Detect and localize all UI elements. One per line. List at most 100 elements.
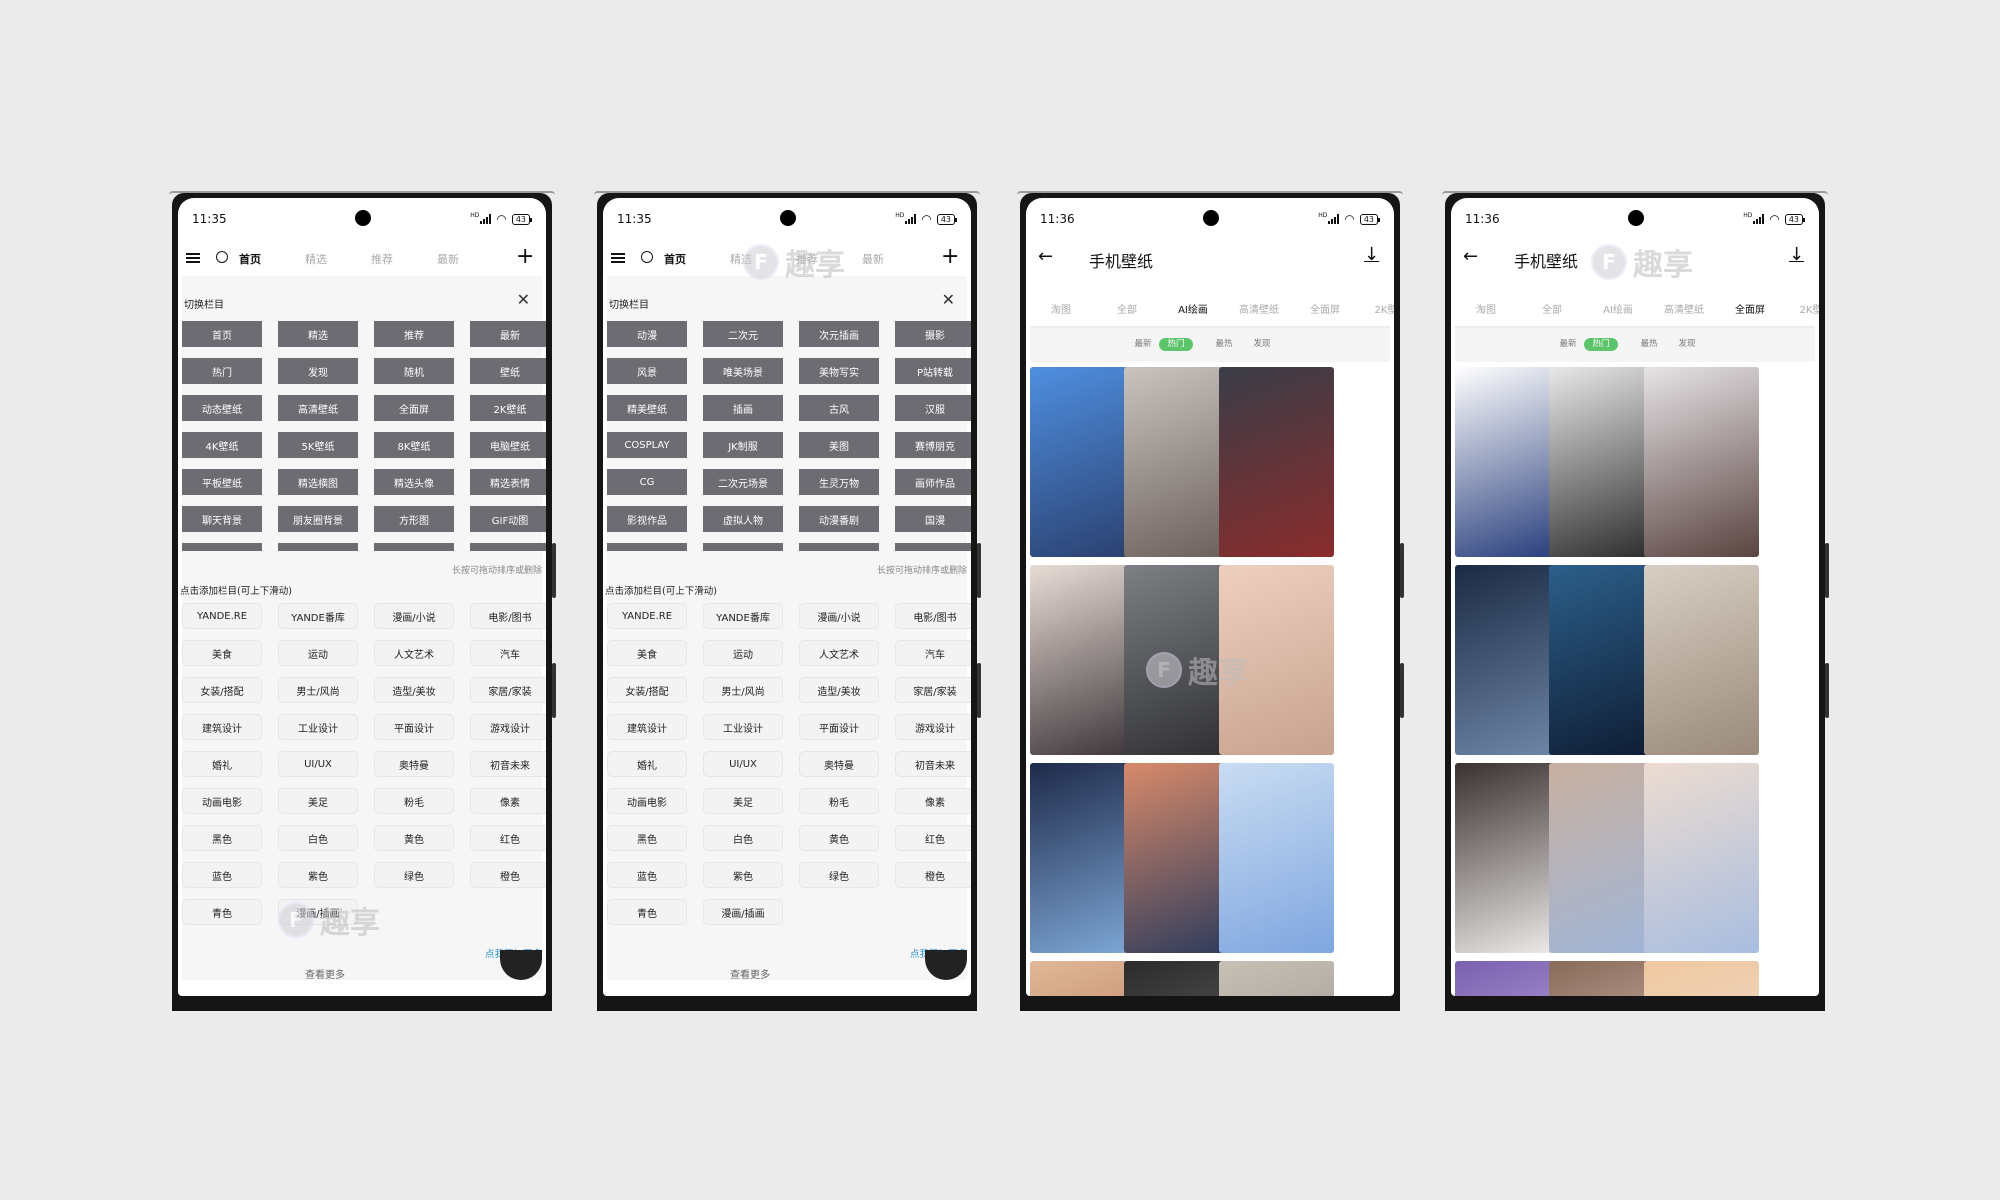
add-channel-chip[interactable]: 汽车 [895,640,971,666]
add-channel-chip[interactable]: 男士/风尚 [703,677,783,703]
add-channel-chip[interactable]: 奥特曼 [799,751,879,777]
my-channel-chip-partial[interactable] [182,543,262,551]
add-channel-chip[interactable]: 黑色 [182,825,262,851]
add-channel-chip[interactable]: 粉毛 [374,788,454,814]
add-channel-chip[interactable]: 青色 [182,899,262,925]
nav-tab[interactable]: 首页 [225,251,275,267]
my-channel-chip[interactable]: 动漫 [607,321,687,347]
my-channel-chip[interactable]: 精选 [278,321,358,347]
my-channel-chip[interactable]: 发现 [278,358,358,384]
category-tab[interactable]: AI绘画 [1588,301,1648,316]
add-channel-chip[interactable]: 平面设计 [799,714,879,740]
sort-option[interactable]: 最新 [1551,338,1585,351]
my-channel-chip[interactable]: 方形图 [374,506,454,532]
category-tab[interactable]: AI绘画 [1163,301,1223,316]
my-channel-chip[interactable]: 唯美场景 [703,358,783,384]
add-channel-chip[interactable]: 建筑设计 [607,714,687,740]
category-tab[interactable]: 淘图 [1456,301,1516,316]
add-channel-chip[interactable]: 工业设计 [703,714,783,740]
add-channel-chip[interactable]: 黄色 [799,825,879,851]
add-channel-chip[interactable]: 家居/家装 [470,677,546,703]
wallpaper-thumbnail[interactable] [1219,367,1334,557]
nav-tab[interactable]: 最新 [848,251,898,267]
my-channel-chip[interactable]: 画师作品 [895,469,971,495]
add-channel-chip[interactable]: 人文艺术 [799,640,879,666]
my-channel-chip[interactable]: 精美壁纸 [607,395,687,421]
my-channel-chip[interactable]: 生灵万物 [799,469,879,495]
wallpaper-thumbnail[interactable] [1219,565,1334,755]
add-channel-chip[interactable]: 像素 [895,788,971,814]
see-more-link[interactable]: 查看更多 [603,966,897,981]
sort-option[interactable]: 发现 [1245,338,1279,351]
add-channel-chip[interactable]: 黑色 [607,825,687,851]
add-channel-chip[interactable]: 电影/图书 [895,603,971,629]
back-arrow-icon[interactable]: ← [1463,246,1478,267]
my-channel-chip[interactable]: 美图 [799,432,879,458]
sort-option[interactable]: 热门 [1159,338,1193,351]
add-channel-chip[interactable]: YANDE.RE [607,603,687,629]
add-channel-chip[interactable]: 白色 [278,825,358,851]
my-channel-chip[interactable]: P站转载 [895,358,971,384]
back-arrow-icon[interactable]: ← [1038,246,1053,267]
add-channel-chip[interactable]: 紫色 [278,862,358,888]
add-channel-chip[interactable]: 人文艺术 [374,640,454,666]
add-channel-chip[interactable]: 青色 [607,899,687,925]
add-channel-chip[interactable]: YANDE番库 [278,603,358,629]
my-channel-chip[interactable]: 2K壁纸 [470,395,546,421]
my-channel-chip[interactable]: 最新 [470,321,546,347]
add-channel-chip[interactable]: 蓝色 [182,862,262,888]
my-channel-chip[interactable]: 朋友圈背景 [278,506,358,532]
nav-tab[interactable]: 推荐 [782,251,832,267]
nav-tab[interactable]: 首页 [650,251,700,267]
add-channel-chip[interactable]: UI/UX [278,751,358,777]
add-channel-chip[interactable]: 美足 [278,788,358,814]
add-channel-chip[interactable]: 美食 [607,640,687,666]
category-tab[interactable]: 高清壁纸 [1229,301,1289,316]
my-channel-chip[interactable]: 二次元场景 [703,469,783,495]
category-tab[interactable]: 全部 [1522,301,1582,316]
my-channel-chip-partial[interactable] [607,543,687,551]
my-channel-chip[interactable]: 摄影 [895,321,971,347]
add-channel-chip[interactable]: 红色 [470,825,546,851]
my-channel-chip[interactable]: 精选横图 [278,469,358,495]
my-channel-chip[interactable]: 壁纸 [470,358,546,384]
my-channel-chip[interactable]: CG [607,469,687,495]
add-channel-chip[interactable]: 工业设计 [278,714,358,740]
add-channel-chip[interactable]: 婚礼 [607,751,687,777]
my-channel-chip-partial[interactable] [703,543,783,551]
my-channel-chip[interactable]: 动态壁纸 [182,395,262,421]
menu-icon[interactable] [186,253,200,263]
add-channel-chip[interactable]: 游戏设计 [470,714,546,740]
my-channel-chip[interactable]: 汉服 [895,395,971,421]
add-channel-chip[interactable]: 橙色 [895,862,971,888]
my-channel-chip[interactable]: 平板壁纸 [182,469,262,495]
add-channel-chip[interactable]: 漫画/插画 [703,899,783,925]
wallpaper-thumbnail[interactable] [1219,961,1334,996]
add-channel-chip[interactable]: UI/UX [703,751,783,777]
sort-option[interactable]: 最热 [1632,338,1666,351]
category-tab[interactable]: 全面屏 [1295,301,1355,316]
category-tab[interactable]: 全面屏 [1720,301,1780,316]
add-tab-icon[interactable]: + [516,244,534,269]
add-channel-chip[interactable]: 粉毛 [799,788,879,814]
category-tab[interactable]: 高清壁纸 [1654,301,1714,316]
sort-option[interactable]: 发现 [1670,338,1704,351]
nav-tab[interactable]: 推荐 [357,251,407,267]
my-channel-chip[interactable]: 次元插画 [799,321,879,347]
download-icon[interactable]: ↓ [1789,244,1804,265]
my-channel-chip-partial[interactable] [895,543,971,551]
my-channel-chip[interactable]: 随机 [374,358,454,384]
add-channel-chip[interactable]: 建筑设计 [182,714,262,740]
add-channel-chip[interactable]: 美足 [703,788,783,814]
add-channel-chip[interactable]: 绿色 [374,862,454,888]
add-channel-chip[interactable]: 像素 [470,788,546,814]
add-channel-chip[interactable]: 初音未来 [895,751,971,777]
sort-option[interactable]: 最热 [1207,338,1241,351]
add-channel-chip[interactable]: 蓝色 [607,862,687,888]
nav-tab[interactable]: 精选 [291,251,341,267]
my-channel-chip[interactable]: 精选表情 [470,469,546,495]
my-channel-chip[interactable]: 首页 [182,321,262,347]
add-channel-chip[interactable]: 造型/美妆 [799,677,879,703]
wallpaper-thumbnail[interactable] [1644,565,1759,755]
add-channel-chip[interactable]: 奥特曼 [374,751,454,777]
